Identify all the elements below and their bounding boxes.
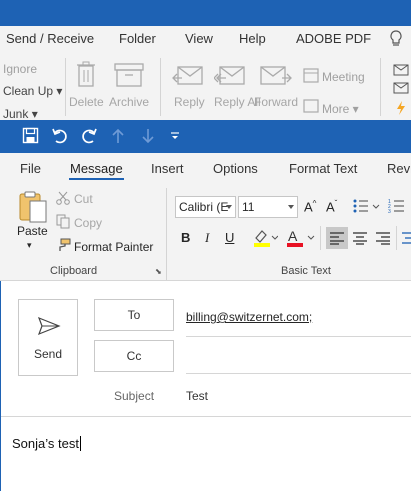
font-color-icon[interactable]: A (286, 228, 316, 251)
format-painter-icon (56, 238, 71, 255)
tab-file[interactable]: File (20, 161, 41, 176)
clipboard-group-label: Clipboard (50, 265, 98, 277)
align-right-icon[interactable] (375, 231, 391, 248)
to-button[interactable]: To (94, 299, 174, 331)
shrink-font-icon[interactable]: Aˇ (326, 199, 337, 214)
font-size-dropdown[interactable]: 11 (238, 196, 298, 218)
to-recipient[interactable]: billing@switzernet.com; (186, 310, 312, 324)
copy-icon (56, 214, 70, 232)
envelope-icon (393, 64, 409, 79)
lightbulb-icon[interactable] (388, 30, 404, 48)
tab-options[interactable]: Options (213, 161, 258, 176)
menu-help[interactable]: Help (239, 31, 266, 46)
text-cursor (79, 436, 81, 451)
clean-up-label: Clean Up (3, 84, 54, 98)
cut-icon (56, 191, 70, 208)
italic-button[interactable]: I (205, 230, 209, 246)
bullets-icon[interactable] (352, 197, 380, 218)
delete-icon (75, 60, 97, 91)
paste-icon (17, 190, 49, 227)
more-icon (303, 99, 319, 116)
junk-button[interactable]: Junk ▾ (3, 107, 38, 121)
reply-icon (172, 64, 204, 91)
font-size-value: 11 (242, 200, 255, 214)
save-icon[interactable] (22, 127, 39, 147)
menu-adobe-pdf[interactable]: ADOBE PDF (296, 31, 371, 46)
font-name-dropdown[interactable]: Calibri (E (175, 196, 236, 218)
cc-button[interactable]: Cc (94, 340, 174, 372)
menu-view[interactable]: View (185, 31, 213, 46)
undo-icon[interactable] (51, 127, 69, 148)
tab-message[interactable]: Message (70, 161, 123, 176)
reply-button[interactable]: Reply (174, 95, 205, 109)
basic-text-group-label: Basic Text (281, 265, 331, 277)
copy-button[interactable]: Copy (74, 216, 102, 230)
previous-item-icon[interactable] (111, 127, 125, 148)
grow-font-icon[interactable]: A^ (304, 199, 316, 214)
next-item-icon[interactable] (141, 127, 155, 148)
lightning-icon (395, 100, 407, 119)
message-body[interactable]: Sonja’s test (12, 436, 81, 451)
paste-button[interactable]: Paste (17, 224, 48, 238)
svg-text:3: 3 (388, 209, 391, 215)
forward-icon (260, 64, 292, 91)
archive-button[interactable]: Archive (109, 95, 149, 109)
underline-button[interactable]: U (225, 230, 234, 245)
menu-folder[interactable]: Folder (119, 31, 156, 46)
clipboard-dialog-launcher-icon[interactable]: ⬊ (155, 267, 162, 276)
decrease-indent-icon[interactable] (401, 231, 411, 248)
more-label: More (322, 102, 350, 116)
send-button[interactable]: Send (18, 299, 78, 376)
active-tab-indicator (69, 178, 124, 180)
cc-field-underline (186, 373, 411, 374)
font-name-value: Calibri (E (179, 200, 229, 214)
send-label: Send (33, 347, 63, 361)
tab-format-text[interactable]: Format Text (289, 161, 357, 176)
message-body-text: Sonja’s test (12, 436, 79, 451)
mail-check-icon (393, 82, 409, 97)
send-icon (37, 316, 61, 336)
ignore-button[interactable]: Ignore (3, 62, 37, 76)
format-painter-button[interactable]: Format Painter (74, 240, 153, 254)
customize-qat-icon[interactable] (170, 130, 180, 144)
forward-button[interactable]: Forward (254, 95, 298, 109)
highlight-color-icon[interactable] (252, 228, 279, 251)
subject-label: Subject (114, 389, 155, 403)
reply-all-icon (213, 64, 246, 91)
header-body-divider (1, 416, 411, 417)
junk-label: Junk (3, 107, 29, 121)
redo-icon[interactable] (80, 127, 98, 148)
paste-dropdown-arrow[interactable]: ▾ (27, 240, 32, 251)
bold-button[interactable]: B (181, 230, 190, 245)
clean-up-button[interactable]: Clean Up ▾ (3, 84, 62, 98)
meeting-button[interactable]: Meeting (322, 70, 365, 84)
align-center-icon[interactable] (352, 231, 368, 248)
more-button[interactable]: More ▾ (322, 102, 359, 116)
cut-button[interactable]: Cut (74, 192, 93, 206)
menu-send-receive[interactable]: Send / Receive (6, 31, 94, 46)
meeting-icon (303, 67, 319, 86)
subject-field[interactable]: Test (186, 389, 208, 403)
svg-text:A: A (288, 228, 298, 244)
numbering-icon[interactable]: 123 (388, 197, 410, 218)
archive-icon (114, 62, 144, 91)
main-window-titlebar (0, 0, 411, 26)
tab-review[interactable]: Revi (387, 161, 411, 176)
delete-button[interactable]: Delete (69, 95, 104, 109)
align-left-icon[interactable] (329, 231, 345, 248)
tab-insert[interactable]: Insert (151, 161, 184, 176)
to-field-underline (186, 336, 411, 337)
